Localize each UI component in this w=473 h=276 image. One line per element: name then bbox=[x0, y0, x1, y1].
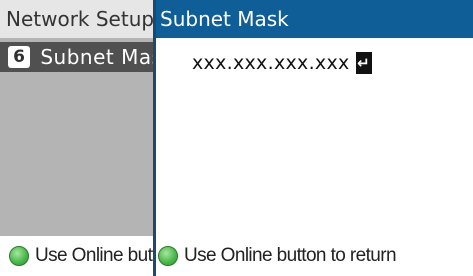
subnet-mask-value: xxx.xxx.xxx.xxx bbox=[192, 52, 350, 74]
dialog-footer-hint: Use Online button to return bbox=[156, 236, 473, 276]
dialog-footer-text: Use Online button to return bbox=[184, 245, 397, 266]
online-button-icon bbox=[158, 246, 178, 266]
subnet-mask-value-field[interactable]: xxx.xxx.xxx.xxx ↵ bbox=[192, 52, 372, 74]
menu-item-number-badge: 6 bbox=[8, 45, 30, 68]
subnet-mask-dialog: Subnet Mask xxx.xxx.xxx.xxx ↵ Use Online… bbox=[153, 0, 473, 276]
enter-return-icon: ↵ bbox=[355, 52, 372, 74]
online-button-icon bbox=[9, 246, 29, 266]
dialog-title: Subnet Mask bbox=[156, 0, 473, 38]
